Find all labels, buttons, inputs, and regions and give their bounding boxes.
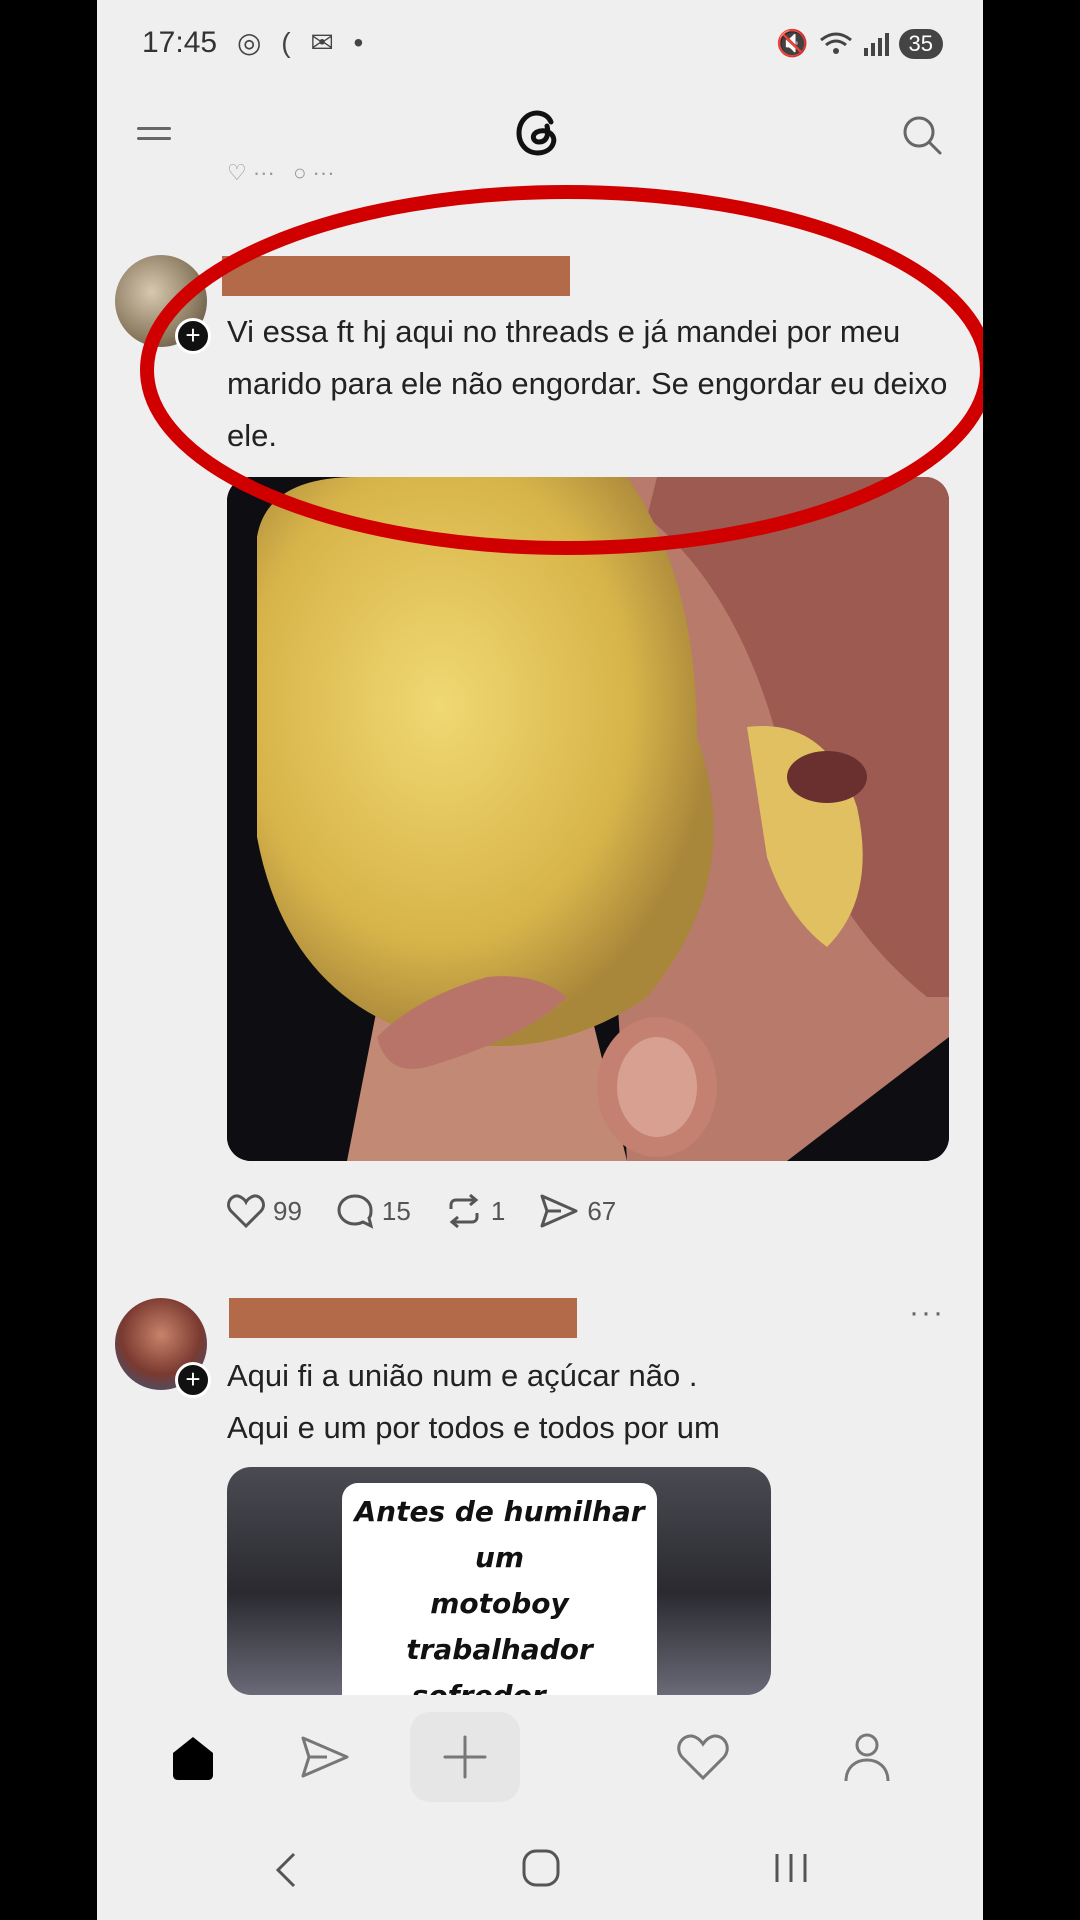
notification-icons: ◎ ( ✉ •: [237, 27, 370, 58]
home-icon: [173, 1737, 213, 1780]
battery-indicator: 35: [898, 28, 943, 59]
send-icon: [540, 1194, 578, 1228]
heart-icon: [677, 1734, 729, 1781]
redacted-username: [229, 1298, 577, 1338]
share-button[interactable]: 67: [539, 1193, 616, 1229]
nav-profile[interactable]: [832, 1712, 902, 1802]
status-bar: 17:45 ◎ ( ✉ • 🔇 35: [97, 22, 983, 66]
red-annotation-ellipse: [140, 185, 983, 555]
system-navigation-bar: [97, 1840, 983, 1900]
profile-icon: [844, 1733, 890, 1782]
video-caption: Antes de humilhar um motoboy trabalhador…: [342, 1483, 657, 1695]
like-button[interactable]: 99: [227, 1194, 302, 1228]
comment-icon: [337, 1194, 374, 1229]
mute-icon: 🔇: [776, 28, 809, 58]
home-button-icon[interactable]: [521, 1848, 561, 1888]
status-time: 17:45: [142, 26, 218, 59]
post-video[interactable]: Antes de humilhar um motoboy trabalhador…: [227, 1467, 771, 1695]
nav-messages[interactable]: [290, 1712, 360, 1802]
like-count: 99: [273, 1195, 302, 1226]
reply-button[interactable]: 15: [336, 1193, 411, 1229]
nav-home[interactable]: [158, 1712, 228, 1802]
back-icon[interactable]: [272, 1850, 302, 1890]
nav-activity[interactable]: [668, 1712, 738, 1802]
bottom-navigation: [97, 1712, 983, 1802]
recent-apps-icon[interactable]: [771, 1850, 811, 1886]
post-actions: 99 15 1 67: [227, 1193, 616, 1229]
more-options-icon[interactable]: ···: [909, 1296, 945, 1330]
signal-icon: [863, 32, 889, 56]
menu-icon[interactable]: [137, 120, 171, 147]
nav-create[interactable]: [410, 1712, 520, 1802]
post-text-line-1: Aqui fi a união num e açúcar não .: [227, 1358, 698, 1393]
follow-plus-icon[interactable]: +: [175, 1362, 211, 1398]
repost-icon: [449, 1193, 479, 1229]
search-icon[interactable]: [901, 114, 943, 156]
share-count: 67: [587, 1195, 617, 1226]
heart-icon: [227, 1194, 265, 1228]
system-status-icons: 🔇 35: [776, 28, 943, 59]
phone-screen: 17:45 ◎ ( ✉ • 🔇 35 ♡ ··· ○ ··· + Vi essa…: [97, 0, 983, 1920]
plus-icon: [443, 1735, 487, 1779]
reply-count: 15: [381, 1195, 411, 1226]
send-icon: [301, 1736, 349, 1778]
threads-logo-icon[interactable]: [507, 100, 571, 164]
repost-button[interactable]: 1: [445, 1193, 505, 1229]
post-text-line-2: Aqui e um por todos e todos por um: [227, 1410, 720, 1445]
wifi-icon: [819, 32, 852, 54]
repost-count: 1: [490, 1195, 506, 1226]
